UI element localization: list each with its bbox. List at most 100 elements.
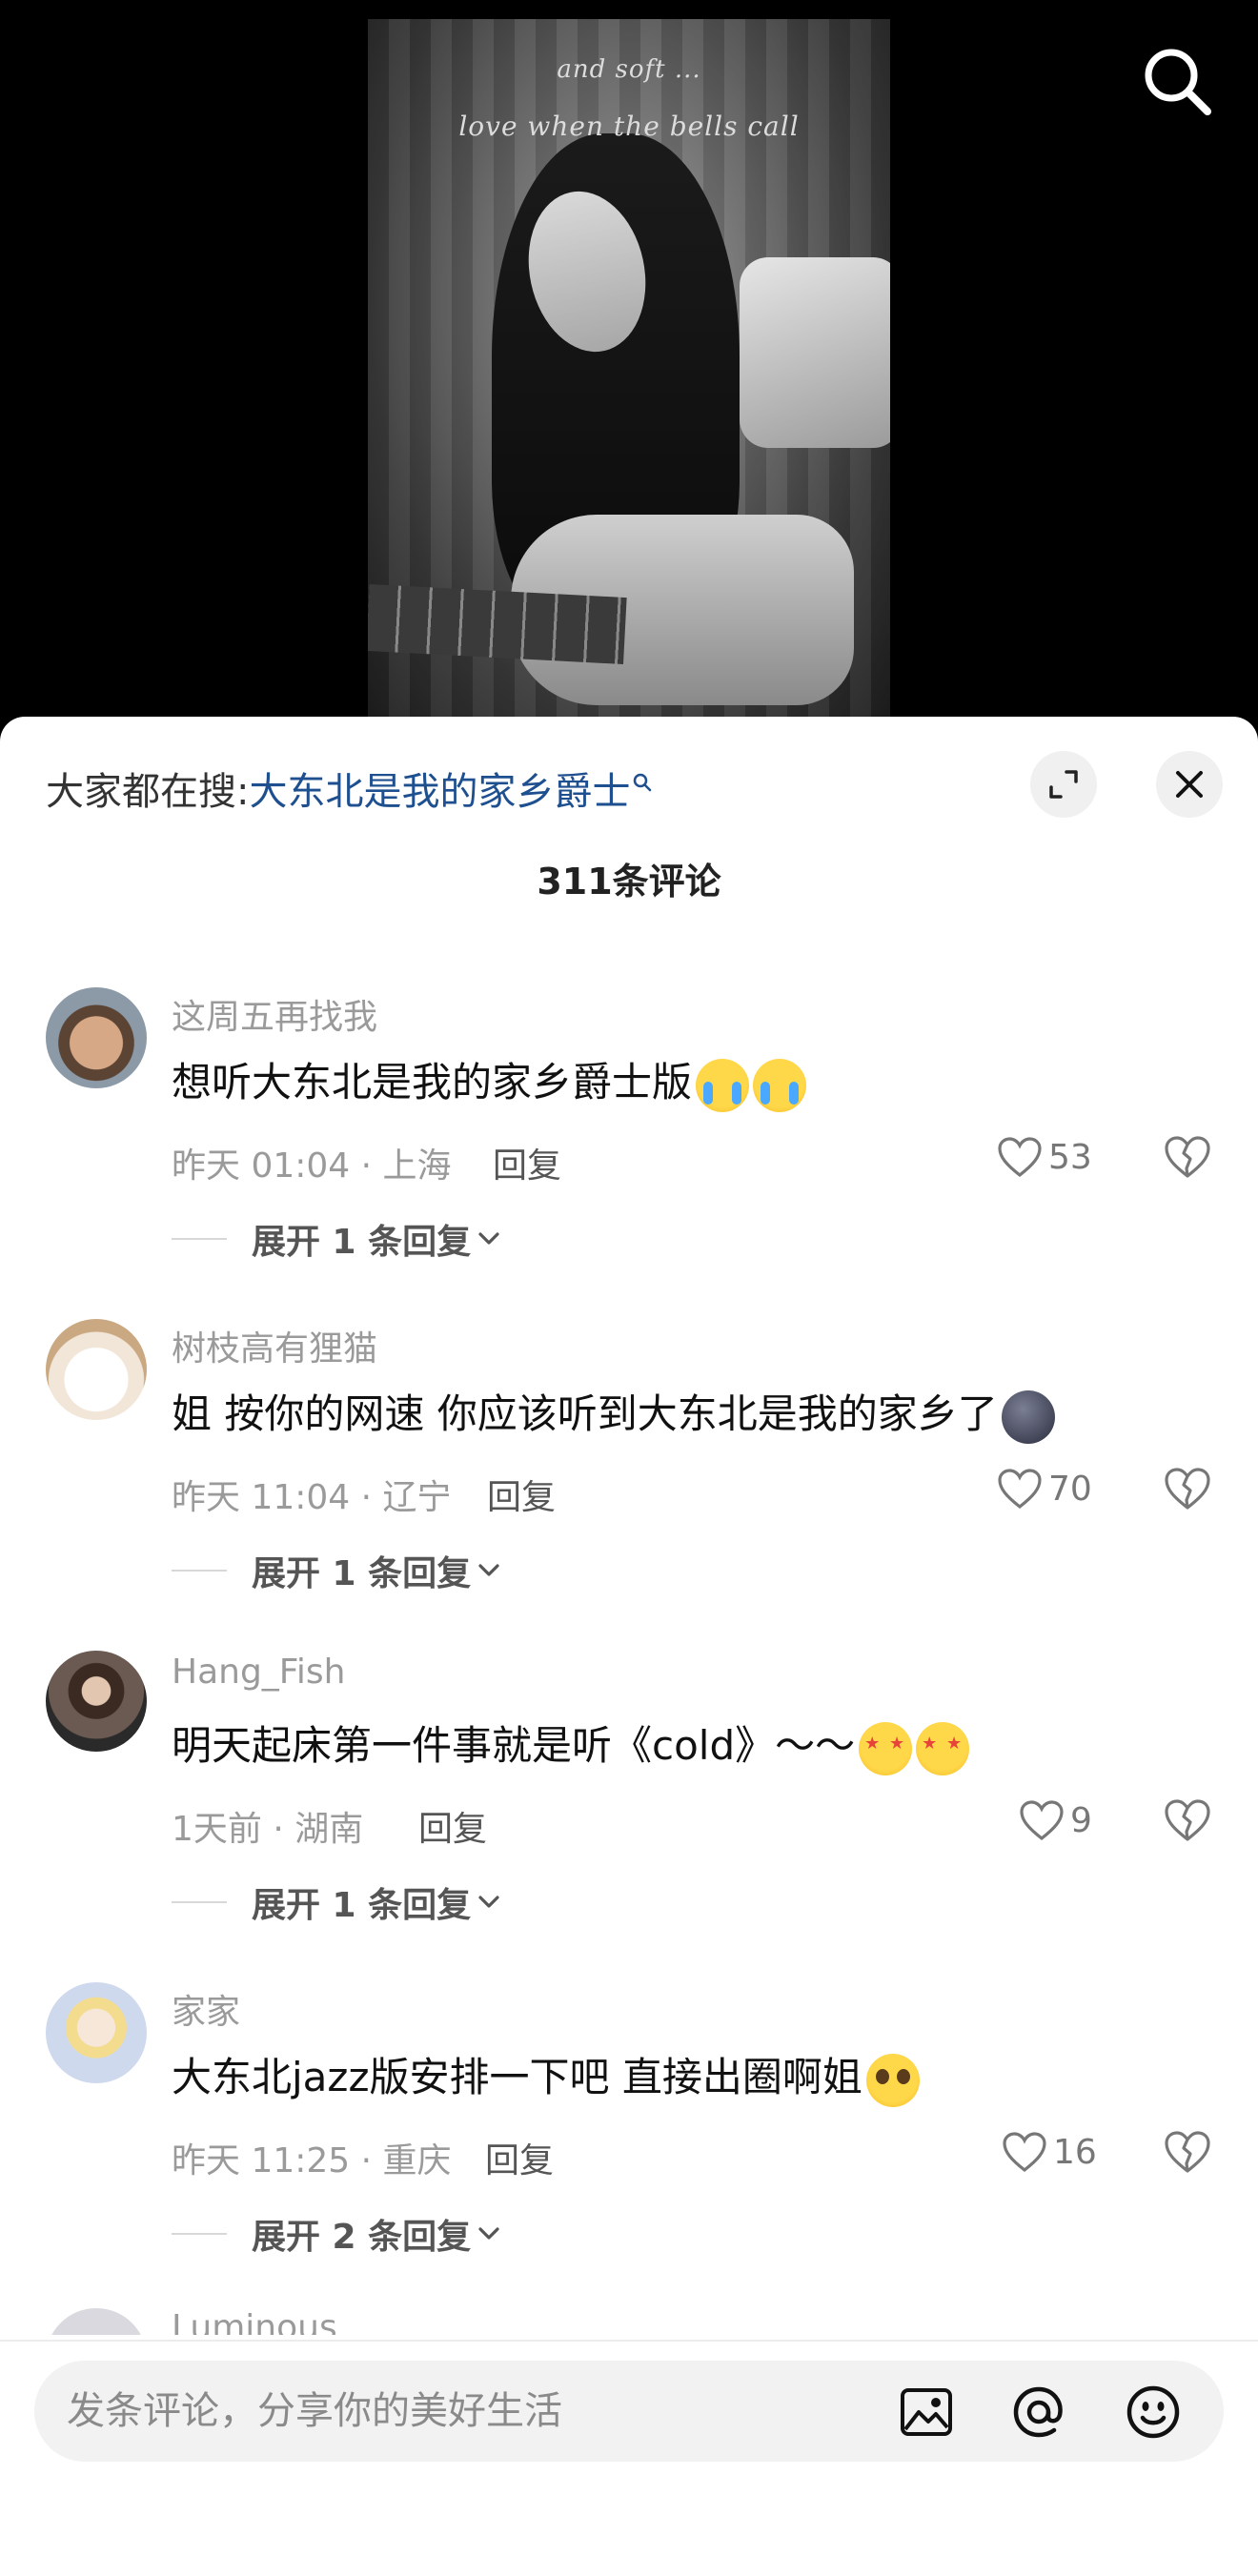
comment-username[interactable]: Luminous xyxy=(172,2308,337,2335)
crying-emoji-icon xyxy=(696,1058,750,1112)
small-search-icon xyxy=(632,761,653,804)
expand-button[interactable] xyxy=(1030,751,1097,818)
expand-replies-button[interactable]: 展开 1 条回复 xyxy=(172,1214,501,1264)
reply-button[interactable]: 回复 xyxy=(493,1138,561,1187)
comment-meta: 昨天 01:04 · 上海 xyxy=(172,1146,452,1186)
comment-count: 311条评论 xyxy=(537,861,721,903)
like-count: 16 xyxy=(1053,2132,1097,2172)
like-button[interactable]: 16 xyxy=(1002,2125,1097,2179)
at-icon xyxy=(1013,2386,1063,2438)
heart-icon xyxy=(998,1469,1042,1510)
star-eyes-emoji-icon xyxy=(859,1721,913,1775)
star-eyes-emoji-icon xyxy=(916,1721,970,1775)
reply-button[interactable]: 回复 xyxy=(418,1801,487,1851)
close-button[interactable] xyxy=(1156,751,1223,818)
video-guitar-neck xyxy=(368,583,627,665)
mention-button[interactable] xyxy=(1010,2383,1067,2441)
avatar[interactable] xyxy=(46,1319,147,1420)
image-button[interactable] xyxy=(898,2383,955,2441)
comment-username[interactable]: Hang_Fish xyxy=(172,1653,345,1692)
comment-input-bar xyxy=(0,2340,1258,2576)
broken-heart-icon xyxy=(1165,1799,1210,1841)
expand-replies-button[interactable]: 展开 1 条回复 xyxy=(172,1546,501,1595)
comment-username[interactable]: 树枝高有狸猫 xyxy=(172,1321,377,1370)
dislike-button[interactable] xyxy=(1163,1795,1212,1845)
comment-text[interactable]: 大东北jazz版安排一下吧 直接出圈啊姐 xyxy=(172,2045,920,2107)
video-frame[interactable]: and soft ... love when the bells call xyxy=(368,19,890,724)
expand-icon xyxy=(1049,770,1078,799)
lyric-line-1: and soft ... xyxy=(557,55,701,84)
comment-item-partial: Luminous xyxy=(0,2306,1258,2335)
chevron-down-icon xyxy=(478,1896,499,1908)
like-button[interactable]: 70 xyxy=(997,1462,1092,1515)
chevron-down-icon xyxy=(478,2227,499,2240)
video-pillow xyxy=(740,257,890,448)
expand-replies-label: 展开 1 条回复 xyxy=(252,1886,472,1925)
like-count: 9 xyxy=(1070,1800,1092,1840)
expand-replies-label: 展开 2 条回复 xyxy=(252,2218,472,2257)
search-icon xyxy=(1145,49,1211,115)
comment-text[interactable]: 姐 按你的网速 你应该听到大东北是我的家乡了 xyxy=(172,1382,1055,1444)
comments-sheet: 大家都在搜:大东北是我的家乡爵士 311条评论 这周五再找我 想听大东北是我的家… xyxy=(0,717,1258,2576)
comment-username[interactable]: 家家 xyxy=(172,1984,240,2034)
dislike-button[interactable] xyxy=(1163,1132,1212,1182)
divider xyxy=(172,1570,227,1572)
broken-heart-icon xyxy=(1165,1136,1210,1178)
broken-heart-icon xyxy=(1165,2131,1210,2173)
comment-item: 家家 大东北jazz版安排一下吧 直接出圈啊姐 昨天 11:25 · 重庆 回复… xyxy=(0,1982,1258,2278)
comment-input[interactable] xyxy=(67,2361,848,2462)
moon-emoji-icon xyxy=(1001,1389,1055,1444)
crying-emoji-icon xyxy=(753,1058,807,1112)
comment-text[interactable]: 想听大东北是我的家乡爵士版 xyxy=(172,1050,807,1112)
comment-meta: 1天前 · 湖南 xyxy=(172,1810,364,1849)
emoji-button[interactable] xyxy=(1125,2383,1182,2441)
pleading-emoji-icon xyxy=(865,2053,920,2107)
emoji-icon xyxy=(1126,2385,1180,2439)
broken-heart-icon xyxy=(1165,1468,1210,1510)
avatar[interactable] xyxy=(46,1982,147,2083)
image-icon xyxy=(901,2388,952,2436)
comment-username[interactable]: 这周五再找我 xyxy=(172,989,377,1039)
expand-replies-button[interactable]: 展开 1 条回复 xyxy=(172,1877,501,1927)
dislike-button[interactable] xyxy=(1163,1464,1212,1513)
heart-icon xyxy=(998,1137,1042,1178)
hot-search-prefix: 大家都在搜: xyxy=(46,770,250,814)
comment-meta: 昨天 11:25 · 重庆 xyxy=(172,2141,452,2180)
hot-search[interactable]: 大家都在搜:大东北是我的家乡爵士 xyxy=(46,761,653,816)
like-button[interactable]: 53 xyxy=(997,1130,1092,1184)
comment-text[interactable]: 明天起床第一件事就是听《cold》～～ xyxy=(172,1714,970,1775)
avatar[interactable] xyxy=(46,2308,147,2335)
search-button[interactable] xyxy=(1139,43,1215,119)
comment-text-content: 姐 按你的网速 你应该听到大东北是我的家乡了 xyxy=(172,1390,998,1437)
chevron-down-icon xyxy=(478,1232,499,1245)
close-icon xyxy=(1176,771,1203,798)
expand-replies-label: 展开 1 条回复 xyxy=(252,1223,472,1262)
avatar[interactable] xyxy=(46,1651,147,1752)
chevron-down-icon xyxy=(478,1564,499,1576)
like-count: 70 xyxy=(1048,1469,1092,1509)
comment-item: 这周五再找我 想听大东北是我的家乡爵士版 昨天 01:04 · 上海 回复 53… xyxy=(0,987,1258,1283)
comment-meta: 昨天 11:04 · 辽宁 xyxy=(172,1478,452,1517)
divider xyxy=(172,1238,227,1240)
divider xyxy=(172,2233,227,2235)
expand-replies-label: 展开 1 条回复 xyxy=(252,1554,472,1593)
hot-search-link[interactable]: 大东北是我的家乡爵士 xyxy=(249,770,630,814)
comment-text-content: 大东北jazz版安排一下吧 直接出圈啊姐 xyxy=(172,2054,862,2100)
lyric-line-2: love when the bells call xyxy=(458,111,800,142)
comment-item: 树枝高有狸猫 姐 按你的网速 你应该听到大东北是我的家乡了 昨天 11:04 ·… xyxy=(0,1319,1258,1614)
like-button[interactable]: 9 xyxy=(1019,1794,1092,1847)
avatar[interactable] xyxy=(46,987,147,1088)
dislike-button[interactable] xyxy=(1163,2127,1212,2177)
comment-text-content: 明天起床第一件事就是听《cold》～～ xyxy=(172,1722,856,1769)
heart-icon xyxy=(1020,1800,1064,1841)
like-count: 53 xyxy=(1048,1137,1092,1177)
video-player[interactable]: and soft ... love when the bells call xyxy=(0,0,1258,724)
reply-button[interactable]: 回复 xyxy=(485,2133,554,2182)
divider xyxy=(172,1901,227,1903)
comment-item: Hang_Fish 明天起床第一件事就是听《cold》～～ 1天前 · 湖南 回… xyxy=(0,1651,1258,1946)
heart-icon xyxy=(1003,2132,1046,2173)
reply-button[interactable]: 回复 xyxy=(487,1470,556,1519)
comment-input-container[interactable] xyxy=(34,2361,1224,2462)
comment-text-content: 想听大东北是我的家乡爵士版 xyxy=(172,1059,693,1105)
expand-replies-button[interactable]: 展开 2 条回复 xyxy=(172,2209,501,2259)
